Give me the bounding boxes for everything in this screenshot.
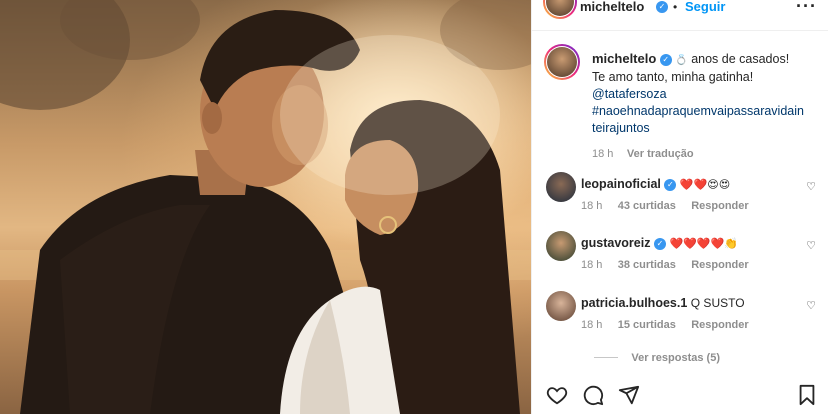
caption-hashtag-part2[interactable]: teirajuntos [592, 120, 824, 137]
header-avatar-ring[interactable] [543, 0, 577, 19]
comment-username[interactable]: patricia.bulhoes.1 [581, 296, 687, 310]
caption-mention-link[interactable]: @tatafersoza [592, 86, 824, 103]
couple-photo-illustration [0, 0, 531, 414]
verified-badge-icon: ✓ [653, 237, 666, 250]
comment-icon[interactable] [582, 384, 606, 408]
caption-avatar[interactable] [547, 47, 577, 77]
header-separator: • [673, 0, 678, 14]
caption-hashtag-part1[interactable]: #naoehnadapraquemvaipassaravidain [592, 103, 824, 120]
comment-meta: 18 h 38 curtidas Responder [581, 257, 761, 271]
comment-body: leopainoficial ✓ ❤️❤️😍😍 [581, 176, 730, 193]
comment-username[interactable]: leopainoficial [581, 177, 661, 191]
comment-likes[interactable]: 43 curtidas [618, 200, 676, 212]
header-avatar[interactable] [546, 0, 574, 16]
comment-avatar[interactable] [546, 231, 576, 261]
action-bar [532, 380, 828, 414]
comment-meta: 18 h 43 curtidas Responder [581, 198, 761, 212]
verified-badge-icon: ✓ [656, 1, 668, 13]
comment-username[interactable]: gustavoreiz [581, 236, 650, 250]
reply-button[interactable]: Responder [691, 319, 748, 331]
comment-text: ❤️❤️😍😍 [679, 179, 731, 191]
post-photo[interactable] [0, 0, 531, 414]
verified-badge-icon: ✓ [664, 178, 677, 191]
view-replies[interactable]: Ver respostas (5) [594, 350, 720, 364]
replies-line [594, 357, 618, 359]
comment-like-icon[interactable]: ♡ [806, 299, 816, 312]
comment-time: 18 h [581, 259, 603, 271]
translate-link[interactable]: Ver tradução [627, 148, 694, 160]
comment-body: patricia.bulhoes.1 Q SUSTO [581, 295, 745, 311]
comment-avatar[interactable] [546, 172, 576, 202]
bookmark-icon[interactable] [796, 384, 820, 408]
instagram-post: micheltelo ✓ • Seguir ··· micheltelo ✓ 💍… [0, 0, 828, 414]
comment-avatar[interactable] [546, 291, 576, 321]
comment-time: 18 h [581, 200, 603, 212]
follow-button[interactable]: Seguir [685, 0, 725, 14]
share-icon[interactable] [618, 384, 642, 408]
heart-icon[interactable] [546, 384, 570, 408]
caption-avatar-ring[interactable] [544, 44, 580, 80]
caption-line1: anos de casados! [691, 52, 790, 66]
caption-time: 18 h [592, 148, 614, 160]
reply-button[interactable]: Responder [691, 259, 748, 271]
comment-likes[interactable]: 38 curtidas [618, 259, 676, 271]
caption-hashtag-link[interactable]: #naoehnadapraquemvaipassaravidain teiraj… [592, 103, 824, 137]
view-replies-label[interactable]: Ver respostas (5) [631, 352, 720, 364]
reply-button[interactable]: Responder [691, 200, 748, 212]
comment-like-icon[interactable]: ♡ [806, 180, 816, 193]
verified-badge-icon: ✓ [659, 53, 672, 66]
comment-likes[interactable]: 15 curtidas [618, 319, 676, 331]
post-side-panel: micheltelo ✓ • Seguir ··· micheltelo ✓ 💍… [531, 0, 828, 414]
caption-username[interactable]: micheltelo [592, 51, 656, 66]
post-header: micheltelo ✓ • Seguir ··· [532, 0, 828, 20]
comment-body: gustavoreiz ✓ ❤️❤️❤️❤️👏 [581, 235, 738, 252]
caption-line2: Te amo tanto, minha gatinha! [592, 70, 754, 84]
comment-text: ❤️❤️❤️❤️👏 [669, 238, 738, 250]
header-divider [532, 30, 828, 31]
more-options-icon[interactable]: ··· [796, 0, 817, 17]
ring-emoji-icon: 💍 [675, 55, 688, 66]
comment-text: Q SUSTO [690, 296, 745, 310]
header-username[interactable]: micheltelo [580, 0, 644, 14]
comment-meta: 18 h 15 curtidas Responder [581, 317, 761, 331]
caption-text: micheltelo ✓ 💍 anos de casados! Te amo t… [592, 50, 824, 163]
comment-like-icon[interactable]: ♡ [806, 239, 816, 252]
comment-time: 18 h [581, 319, 603, 331]
